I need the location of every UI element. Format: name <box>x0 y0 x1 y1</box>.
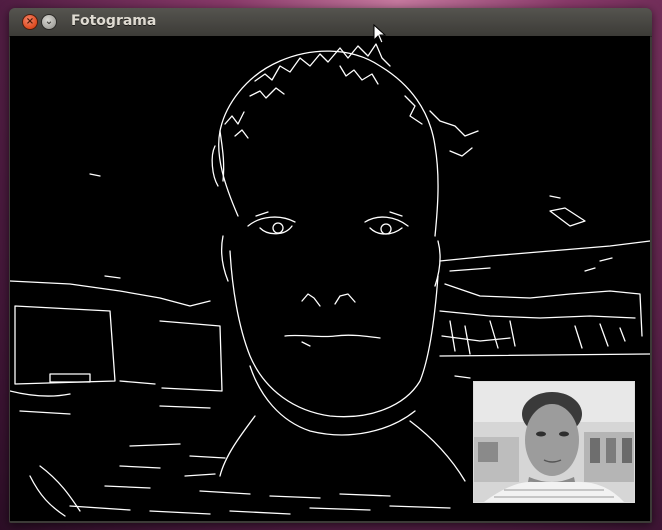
close-icon[interactable]: × <box>22 14 38 30</box>
minimize-icon[interactable]: ⌄ <box>41 14 57 30</box>
title-bar[interactable]: × ⌄ Fotograma <box>9 8 652 37</box>
webcam-preview-thumbnail <box>473 381 635 503</box>
window-title: Fotograma <box>71 13 157 29</box>
mouse-pointer-icon <box>373 23 387 48</box>
app-window: × ⌄ Fotograma <box>9 8 652 523</box>
webcam-face-photo <box>474 382 634 502</box>
desktop-background: × ⌄ Fotograma <box>0 0 662 530</box>
edge-detection-canvas <box>10 36 650 521</box>
